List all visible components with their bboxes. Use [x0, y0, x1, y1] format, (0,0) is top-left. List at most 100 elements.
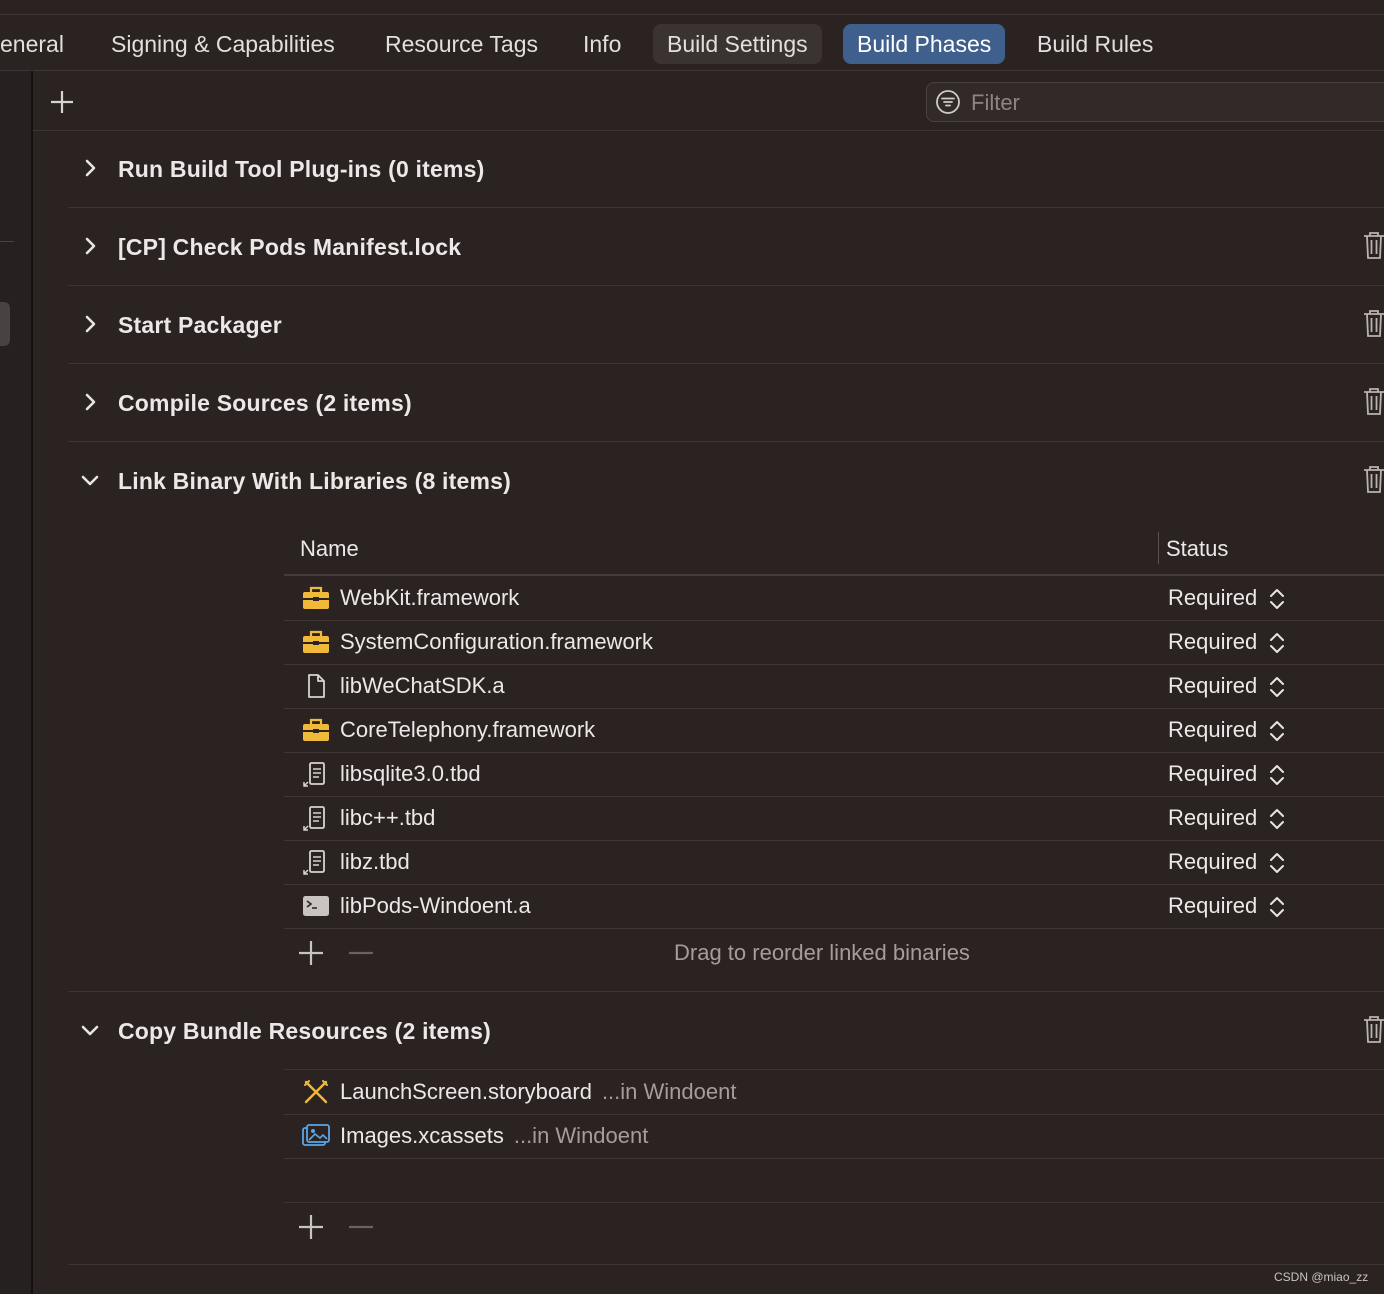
- chevron-right-icon[interactable]: [78, 390, 102, 414]
- library-name: libWeChatSDK.a: [340, 673, 505, 698]
- toolbar-divider: [33, 130, 1384, 131]
- phase-compile-sources[interactable]: Compile Sources (2 items): [68, 382, 1384, 426]
- libraries-table-header: Name Status: [284, 530, 1384, 574]
- resource-name: Images.xcassets ...in Windoent: [340, 1123, 648, 1149]
- terminal-icon: [303, 896, 329, 916]
- tab-info[interactable]: Info: [569, 24, 635, 64]
- table-row[interactable]: libsqlite3.0.tbd Required: [284, 752, 1384, 797]
- tab-bar-divider: [0, 70, 1384, 71]
- library-name: libz.tbd: [340, 849, 410, 874]
- table-row[interactable]: WebKit.framework Required: [284, 576, 1384, 621]
- tab-signing-capabilities[interactable]: Signing & Capabilities: [97, 24, 349, 64]
- library-status[interactable]: Required: [1168, 629, 1257, 655]
- trash-icon[interactable]: [1362, 386, 1384, 416]
- tab-build-phases[interactable]: Build Phases: [843, 24, 1006, 64]
- assets-icon: [302, 1124, 330, 1146]
- phase-title: Link Binary With Libraries (8 items): [118, 468, 511, 494]
- filter-field[interactable]: [926, 82, 1384, 123]
- add-resource-button[interactable]: [296, 1212, 326, 1242]
- framework-icon: [303, 718, 329, 741]
- status-stepper-icon[interactable]: [1268, 630, 1286, 656]
- filter-input[interactable]: [969, 83, 1373, 123]
- add-library-button[interactable]: [296, 938, 326, 968]
- resource-location: ...in Windoent: [513, 1123, 649, 1148]
- library-status[interactable]: Required: [1168, 761, 1257, 787]
- xcode-build-phases-editor: eneral Signing & Capabilities Resource T…: [0, 0, 1384, 1294]
- phase-link-binary-with-libraries[interactable]: Link Binary With Libraries (8 items): [68, 460, 1384, 504]
- table-row[interactable]: CoreTelephony.framework Required: [284, 708, 1384, 753]
- tab-resource-tags[interactable]: Resource Tags: [371, 24, 552, 64]
- status-stepper-icon[interactable]: [1268, 674, 1286, 700]
- table-row[interactable]: libPods-Windoent.a Required: [284, 884, 1384, 929]
- table-row[interactable]: libc++.tbd Required: [284, 796, 1384, 841]
- tab-build-rules[interactable]: Build Rules: [1023, 24, 1167, 64]
- tab-build-settings[interactable]: Build Settings: [653, 24, 822, 64]
- phase-divider: [68, 285, 1384, 286]
- tbd-alias-icon: [303, 850, 325, 875]
- sidebar-border: [31, 71, 33, 1294]
- library-name: libPods-Windoent.a: [340, 893, 531, 918]
- remove-resource-button[interactable]: [346, 1212, 376, 1242]
- remove-library-button[interactable]: [346, 938, 376, 968]
- column-header-status[interactable]: Status: [1166, 536, 1228, 562]
- reorder-hint: Drag to reorder linked binaries: [674, 940, 970, 965]
- chevron-down-icon[interactable]: [78, 1018, 102, 1042]
- table-row[interactable]: Images.xcassets ...in Windoent: [284, 1114, 1384, 1159]
- library-status[interactable]: Required: [1168, 893, 1257, 919]
- resource-location: ...in Windoent: [601, 1079, 737, 1104]
- library-status[interactable]: Required: [1168, 585, 1257, 611]
- phase-run-build-tool-plugins[interactable]: Run Build Tool Plug-ins (0 items): [68, 148, 1384, 192]
- status-stepper-icon[interactable]: [1268, 806, 1286, 832]
- phase-divider: [68, 991, 1384, 992]
- status-stepper-icon[interactable]: [1268, 894, 1286, 920]
- tab-general[interactable]: eneral: [0, 24, 78, 64]
- editor-tab-bar: eneral Signing & Capabilities Resource T…: [0, 24, 1384, 64]
- status-stepper-icon[interactable]: [1268, 586, 1286, 612]
- table-row[interactable]: LaunchScreen.storyboard ...in Windoent: [284, 1070, 1384, 1115]
- status-stepper-icon[interactable]: [1268, 850, 1286, 876]
- table-row[interactable]: SystemConfiguration.framework Required: [284, 620, 1384, 665]
- status-stepper-icon[interactable]: [1268, 718, 1286, 744]
- chevron-right-icon[interactable]: [78, 156, 102, 180]
- resources-table-footer: [284, 1204, 1384, 1248]
- phase-title: Run Build Tool Plug-ins (0 items): [118, 156, 485, 182]
- targets-sidebar[interactable]: [0, 71, 31, 1294]
- library-status[interactable]: Required: [1168, 673, 1257, 699]
- phase-divider: [68, 441, 1384, 442]
- watermark: CSDN @miao_zz: [1274, 1270, 1369, 1284]
- trash-icon[interactable]: [1362, 1014, 1384, 1044]
- library-status[interactable]: Required: [1168, 849, 1257, 875]
- window-top-divider: [0, 14, 1384, 15]
- trash-icon[interactable]: [1362, 230, 1384, 260]
- phase-start-packager[interactable]: Start Packager: [68, 304, 1384, 348]
- status-stepper-icon[interactable]: [1268, 762, 1286, 788]
- phase-check-pods-manifest[interactable]: [CP] Check Pods Manifest.lock: [68, 226, 1384, 270]
- phase-divider: [68, 363, 1384, 364]
- tbd-alias-icon: [303, 806, 325, 831]
- resource-file-name: Images.xcassets: [340, 1123, 504, 1148]
- library-status[interactable]: Required: [1168, 717, 1257, 743]
- phase-title: Start Packager: [118, 312, 282, 338]
- phase-title: Compile Sources (2 items): [118, 390, 412, 416]
- chevron-right-icon[interactable]: [78, 234, 102, 258]
- trash-icon[interactable]: [1362, 308, 1384, 338]
- add-build-phase-button[interactable]: [48, 88, 76, 116]
- chevron-right-icon[interactable]: [78, 312, 102, 336]
- library-name: libsqlite3.0.tbd: [340, 761, 481, 786]
- table-bottom-divider: [284, 1202, 1384, 1203]
- framework-icon: [303, 586, 329, 609]
- tbd-alias-icon: [303, 762, 325, 787]
- table-row[interactable]: libWeChatSDK.a Required: [284, 664, 1384, 709]
- resource-name: LaunchScreen.storyboard ...in Windoent: [340, 1079, 736, 1105]
- trash-icon[interactable]: [1362, 464, 1384, 494]
- resource-file-name: LaunchScreen.storyboard: [340, 1079, 592, 1104]
- column-separator[interactable]: [1158, 532, 1159, 564]
- phase-copy-bundle-resources[interactable]: Copy Bundle Resources (2 items): [68, 1010, 1384, 1054]
- column-header-name[interactable]: Name: [300, 536, 359, 562]
- chevron-down-icon[interactable]: [78, 468, 102, 492]
- library-status[interactable]: Required: [1168, 805, 1257, 831]
- library-name: libc++.tbd: [340, 805, 436, 830]
- table-row[interactable]: libz.tbd Required: [284, 840, 1384, 885]
- storyboard-icon: [304, 1080, 328, 1104]
- sidebar-selected-target[interactable]: [0, 302, 10, 346]
